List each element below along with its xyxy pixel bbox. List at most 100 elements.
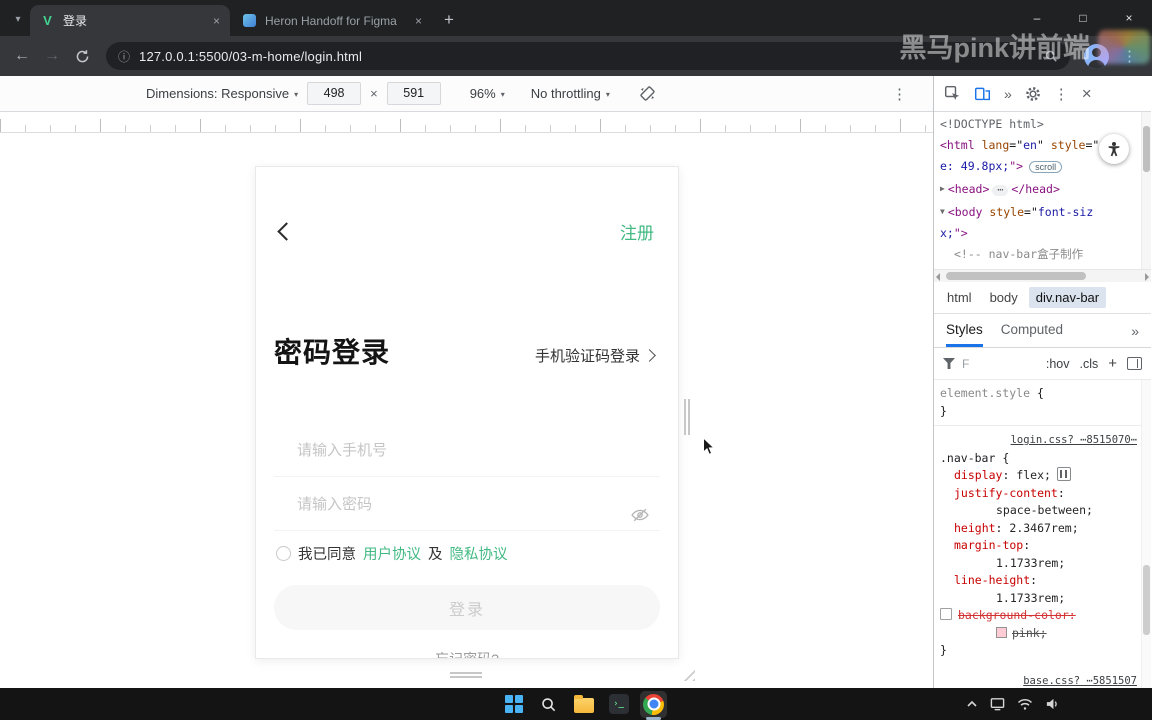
code-line: 1.1733rem; xyxy=(934,590,1151,608)
url-bar[interactable]: ⓘ 127.0.0.1:5500/03-m-home/login.html xyxy=(106,42,1070,70)
profile-avatar[interactable] xyxy=(1084,43,1109,69)
reload-button[interactable] xyxy=(68,42,96,70)
code-token: style xyxy=(1050,138,1086,152)
code-line: base.css? ⋯5851507 xyxy=(934,672,1151,689)
tab-title: 登录 xyxy=(63,14,88,28)
styles-pane-options-icon[interactable] xyxy=(1127,357,1142,370)
code-token: space-between; xyxy=(996,503,1093,517)
tray-chevron-up-icon[interactable] xyxy=(966,698,978,710)
user-agreement-link[interactable]: 用户协议 xyxy=(363,543,421,564)
code-line: space-between; xyxy=(934,502,1151,520)
chevron-down-icon: ▾ xyxy=(294,90,299,99)
taskbar-file-explorer-button[interactable] xyxy=(570,691,597,718)
maximize-button[interactable]: □ xyxy=(1060,0,1106,36)
taskbar-search-button[interactable] xyxy=(535,691,562,718)
terminal-icon: ›_ xyxy=(608,694,629,714)
settings-gear-icon[interactable] xyxy=(1025,86,1041,102)
viewport-height-input[interactable]: 591 xyxy=(386,82,441,105)
phone-input[interactable]: 请输入手机号 xyxy=(274,425,660,477)
code-line: 1.1733rem; xyxy=(934,555,1151,573)
dom-tree-horizontal-scrollbar[interactable] xyxy=(934,269,1151,282)
code-token: height xyxy=(954,520,996,535)
close-button[interactable]: × xyxy=(1106,0,1152,36)
code-token: : xyxy=(1057,485,1065,500)
code-line: element.style { xyxy=(934,385,1151,403)
tray-volume-icon[interactable] xyxy=(1045,697,1060,711)
code-token: line-height xyxy=(954,573,1031,587)
rotate-viewport-button[interactable] xyxy=(638,84,657,103)
site-info-icon[interactable]: ⓘ xyxy=(118,48,130,65)
browser-menu-icon[interactable]: ⋮ xyxy=(1115,47,1144,65)
viewport-resize-handle-right[interactable] xyxy=(684,399,690,435)
agreement-row: 我已同意 用户协议 及 隐私协议 xyxy=(276,543,660,564)
register-link[interactable]: 注册 xyxy=(620,219,654,244)
login-button[interactable]: 登录 xyxy=(274,585,660,630)
more-panels-icon[interactable]: » xyxy=(1004,86,1012,102)
taskbar-chrome-button[interactable] xyxy=(640,690,667,720)
accessibility-helper-button[interactable] xyxy=(1099,134,1129,164)
mouse-cursor xyxy=(702,436,716,462)
taskbar-terminal-button[interactable]: ›_ xyxy=(605,691,632,718)
forgot-password-link[interactable]: 忘记密码? xyxy=(256,649,678,658)
back-button[interactable]: ← xyxy=(8,42,36,70)
styles-pane[interactable]: element.style {} login.css? ⋯8515070⋯ .nav… xyxy=(934,380,1151,688)
breadcrumb-item[interactable]: div.nav-bar xyxy=(1028,287,1107,308)
privacy-agreement-link[interactable]: 隐私协议 xyxy=(450,543,508,564)
start-button[interactable] xyxy=(500,691,527,718)
devtools-close-icon[interactable]: × xyxy=(1082,84,1092,104)
code-token: { xyxy=(995,450,1010,465)
zoom-select[interactable]: 96% ▾ xyxy=(470,86,505,101)
forward-button[interactable]: → xyxy=(38,42,66,70)
element-classes-button[interactable]: .cls xyxy=(1079,357,1098,371)
toggle-password-visibility[interactable] xyxy=(630,495,650,547)
eye-off-icon xyxy=(631,508,649,522)
flexbox-editor-icon xyxy=(1056,467,1071,481)
code-line xyxy=(934,425,1151,426)
elements-dom-tree[interactable]: <!DOCTYPE html><html lang="en" style="fe… xyxy=(934,112,1151,269)
code-token: 2.3467rem; xyxy=(1009,520,1079,535)
tray-monitor-icon[interactable] xyxy=(990,697,1005,711)
code-token: lang xyxy=(981,138,1010,152)
toggle-device-toolbar-icon[interactable] xyxy=(974,85,991,102)
windows-taskbar: ›_ xyxy=(0,688,1152,720)
viewport-resize-handle-bottom[interactable] xyxy=(450,672,482,678)
new-style-rule-button[interactable]: + xyxy=(1108,355,1117,372)
code-token: base.css? ⋯5851507 xyxy=(1023,674,1137,687)
browser-tab-login[interactable]: V 登录 × xyxy=(30,5,230,36)
dimensions-select[interactable]: Dimensions: Responsive ▾ xyxy=(146,86,298,101)
tab-search-button[interactable]: ▾ xyxy=(6,6,30,32)
inspect-element-icon[interactable] xyxy=(944,85,961,102)
new-tab-button[interactable]: + xyxy=(444,11,454,28)
code-token: =" xyxy=(1024,205,1038,219)
sms-login-link[interactable]: 手机验证码登录 xyxy=(535,345,656,371)
devtools-menu-icon[interactable]: ⋮ xyxy=(1054,85,1069,103)
password-input[interactable]: 请输入密码 xyxy=(274,479,660,531)
throttling-select[interactable]: No throttling ▾ xyxy=(531,86,610,101)
scroll-badge: scroll xyxy=(1029,161,1063,173)
code-token: : xyxy=(995,520,1010,535)
viewport-ruler xyxy=(0,112,933,133)
back-chevron-icon[interactable] xyxy=(277,221,296,241)
tab-close-icon[interactable]: × xyxy=(415,14,422,28)
viewport-resize-handle-corner[interactable] xyxy=(678,664,695,681)
viewport-width-input[interactable]: 498 xyxy=(307,82,362,105)
agree-radio[interactable] xyxy=(276,546,291,561)
device-toolbar-menu-icon[interactable]: ⋮ xyxy=(892,85,907,103)
tray-wifi-icon[interactable] xyxy=(1017,698,1033,711)
tab-computed[interactable]: Computed xyxy=(1001,314,1063,347)
search-icon[interactable] xyxy=(1044,49,1058,63)
breadcrumb-item[interactable]: body xyxy=(983,287,1025,308)
minimize-button[interactable]: – xyxy=(1014,0,1060,36)
dom-tree-scrollbar[interactable] xyxy=(1141,112,1151,269)
code-token: login.css? ⋯8515070⋯ xyxy=(1010,434,1137,446)
tab-styles[interactable]: Styles xyxy=(946,314,983,347)
more-tabs-icon[interactable]: » xyxy=(1131,323,1139,339)
property-toggle-checkbox[interactable] xyxy=(940,608,952,620)
toggle-element-state-button[interactable]: :hov xyxy=(1046,357,1070,371)
code-token: } xyxy=(940,643,947,657)
code-token: x; xyxy=(940,226,954,240)
browser-tab-heron[interactable]: Heron Handoff for Figma × xyxy=(232,5,432,36)
breadcrumb-item[interactable]: html xyxy=(940,287,979,308)
filter-input[interactable]: F xyxy=(962,357,969,371)
tab-close-icon[interactable]: × xyxy=(213,14,220,28)
